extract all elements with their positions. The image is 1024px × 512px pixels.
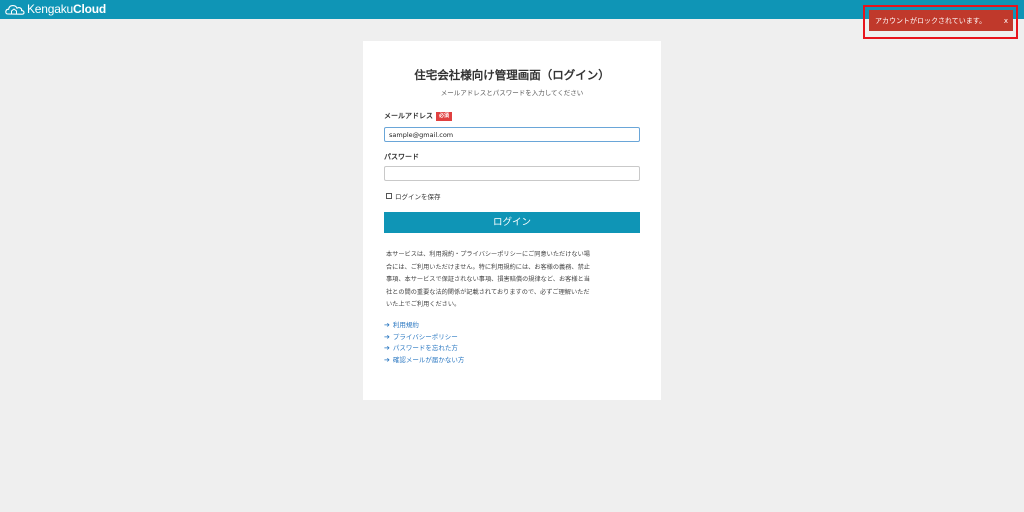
email-field[interactable] bbox=[384, 127, 640, 142]
notice-line: 社との間の重要な法的関係が記載されておりますので、必ずご理解いただ bbox=[386, 288, 590, 296]
password-label: パスワード bbox=[384, 152, 419, 162]
link-label: プライバシーポリシー bbox=[392, 332, 458, 341]
error-toast: アカウントがロックされています。 x bbox=[869, 10, 1013, 31]
help-links: ➔ 利用規約 ➔ プライバシーポリシー ➔ パスワードを忘れた方 ➔ 確認メール… bbox=[384, 320, 464, 366]
brand-logo[interactable]: KengakuCloud bbox=[5, 2, 106, 17]
login-button[interactable]: ログイン bbox=[384, 212, 640, 233]
link-confirmation-email[interactable]: ➔ 確認メールが届かない方 bbox=[384, 355, 464, 367]
password-field[interactable] bbox=[384, 166, 640, 181]
house-cloud-icon bbox=[5, 3, 25, 16]
arrow-right-icon: ➔ bbox=[384, 321, 390, 329]
link-forgot-password[interactable]: ➔ パスワードを忘れた方 bbox=[384, 343, 464, 355]
password-label-text: パスワード bbox=[384, 153, 419, 161]
toast-close-button[interactable]: x bbox=[999, 17, 1013, 25]
brand-name: KengakuCloud bbox=[27, 2, 106, 17]
arrow-right-icon: ➔ bbox=[384, 355, 390, 364]
notice-line: 事項、本サービスで保証されない事項、損害賠償の規律など、お客様と当 bbox=[386, 276, 590, 284]
remember-checkbox[interactable] bbox=[386, 193, 392, 199]
brand-name-bold: Cloud bbox=[72, 2, 106, 16]
brand-name-light: Kengaku bbox=[27, 2, 73, 16]
arrow-right-icon: ➔ bbox=[384, 344, 390, 352]
link-label: 利用規約 bbox=[392, 321, 419, 329]
link-label: パスワードを忘れた方 bbox=[392, 344, 458, 352]
toast-message: アカウントがロックされています。 bbox=[875, 16, 987, 25]
terms-notice: 本サービスは、利用規約・プライバシーポリシーにご同意いただけない場 合には、ご利… bbox=[386, 249, 638, 312]
login-card: 住宅会社様向け管理画面（ログイン） メールアドレスとパスワードを入力してください… bbox=[363, 41, 661, 400]
page-title: 住宅会社様向け管理画面（ログイン） bbox=[414, 68, 610, 82]
arrow-right-icon: ➔ bbox=[384, 332, 390, 341]
link-label: 確認メールが届かない方 bbox=[392, 355, 465, 364]
email-label: メールアドレス 必須 bbox=[384, 111, 453, 121]
remember-login[interactable]: ログインを保存 bbox=[386, 191, 441, 201]
notice-line: いた上でご利用ください。 bbox=[386, 301, 461, 309]
page-subtitle: メールアドレスとパスワードを入力してください bbox=[440, 89, 584, 97]
link-privacy-policy[interactable]: ➔ プライバシーポリシー bbox=[384, 332, 464, 344]
required-badge: 必須 bbox=[436, 111, 453, 121]
email-label-text: メールアドレス bbox=[384, 112, 433, 120]
notice-line: 本サービスは、利用規約・プライバシーポリシーにご同意いただけない場 bbox=[386, 251, 590, 258]
remember-label: ログインを保存 bbox=[395, 193, 441, 201]
link-terms[interactable]: ➔ 利用規約 bbox=[384, 320, 464, 332]
notice-line: 合には、ご利用いただけません。特に利用規約には、お客様の義務、禁止 bbox=[386, 263, 590, 271]
